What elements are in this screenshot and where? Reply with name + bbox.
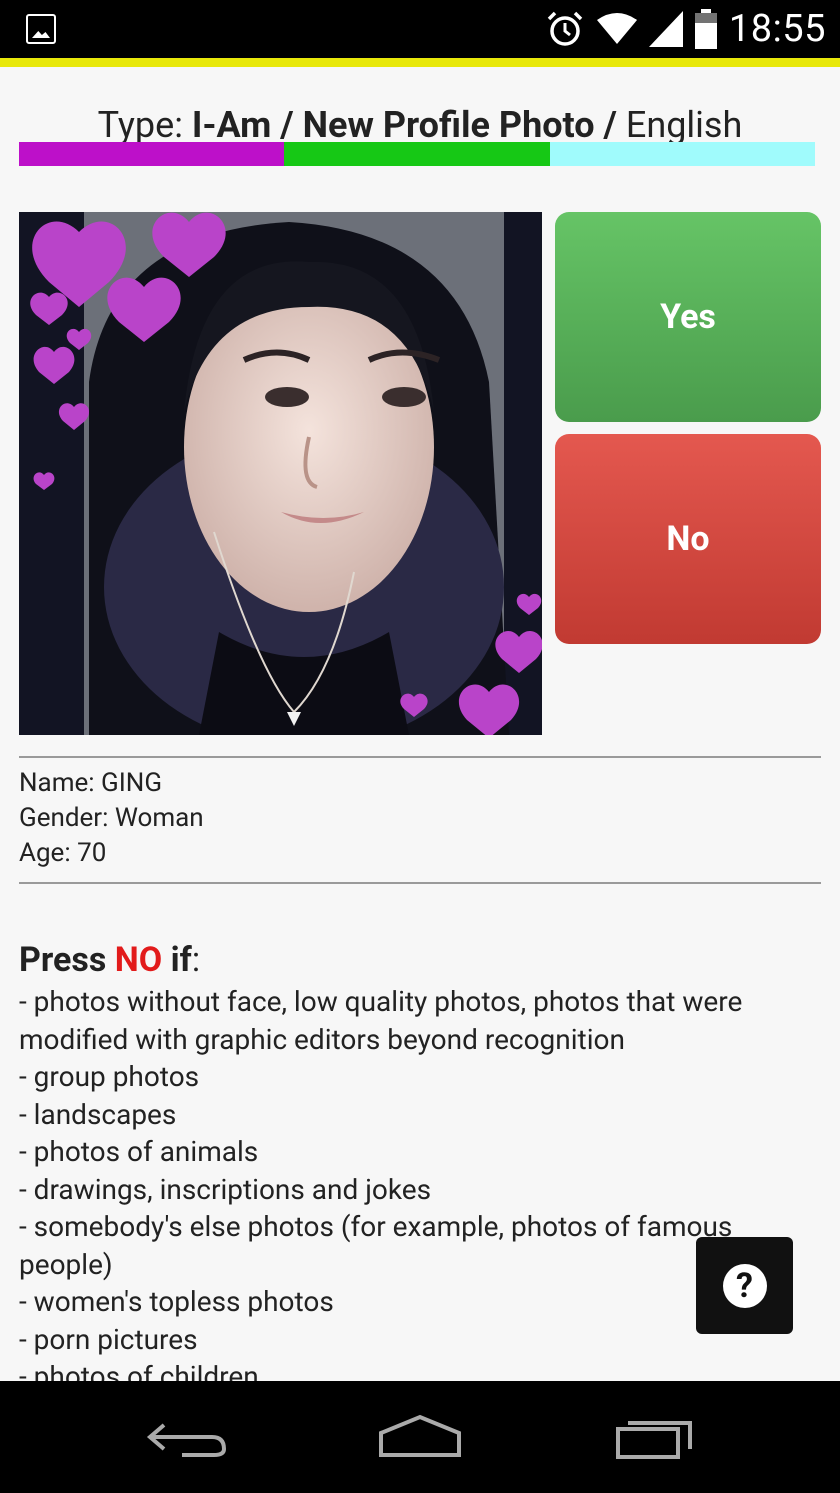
- list-item: - photos of animals: [19, 1135, 259, 1168]
- help-button[interactable]: ?: [696, 1237, 793, 1334]
- signal-icon: [648, 11, 683, 47]
- name-line: Name: GING: [19, 768, 163, 798]
- list-item: - landscapes: [19, 1097, 177, 1131]
- home-icon[interactable]: [375, 1411, 465, 1465]
- rules-press: Press: [19, 940, 115, 980]
- divider-bottom: [19, 882, 821, 884]
- profile-photo: [19, 212, 542, 735]
- progress-segment-2: [284, 142, 550, 166]
- progress-bar: [19, 142, 815, 166]
- list-item: - photos without face, low quality photo…: [19, 985, 743, 1056]
- back-icon[interactable]: [142, 1411, 232, 1465]
- profile-info: Name: GING Gender: Woman Age: 70: [19, 766, 204, 871]
- rules-no: NO: [114, 940, 163, 980]
- type-value: I-Am / New Profile Photo: [191, 104, 595, 146]
- no-label: No: [666, 519, 710, 559]
- clock-time: 18:55: [728, 7, 826, 51]
- status-icons: 18:55: [545, 6, 826, 52]
- wifi-icon: [596, 13, 637, 44]
- rules-colon: :: [191, 940, 201, 980]
- list-item: - group photos: [19, 1060, 200, 1093]
- page-title: Type: I-Am / New Profile Photo / English: [0, 104, 840, 146]
- progress-segment-3: [549, 142, 815, 166]
- recents-icon[interactable]: [610, 1411, 700, 1465]
- language-label: English: [625, 104, 743, 146]
- accent-line: [0, 58, 840, 67]
- status-bar: 18:55: [0, 0, 840, 58]
- yes-button[interactable]: Yes: [555, 212, 821, 422]
- rules-heading: Press NO if:: [19, 940, 200, 980]
- rules-if: if: [162, 940, 192, 980]
- no-button[interactable]: No: [555, 434, 821, 644]
- list-item: - drawings, inscriptions and jokes: [19, 1172, 432, 1206]
- question-icon: ?: [722, 1263, 767, 1308]
- image-icon: [26, 14, 56, 44]
- navigation-bar: [0, 1381, 840, 1493]
- battery-icon: [694, 9, 717, 49]
- yes-label: Yes: [660, 297, 716, 337]
- type-label: Type:: [97, 104, 192, 146]
- divider-top: [19, 756, 821, 758]
- age-line: Age: 70: [19, 838, 107, 868]
- alarm-icon: [547, 11, 583, 46]
- gender-line: Gender: Woman: [19, 803, 204, 833]
- type-separator: /: [594, 104, 626, 146]
- progress-segment-1: [19, 142, 285, 166]
